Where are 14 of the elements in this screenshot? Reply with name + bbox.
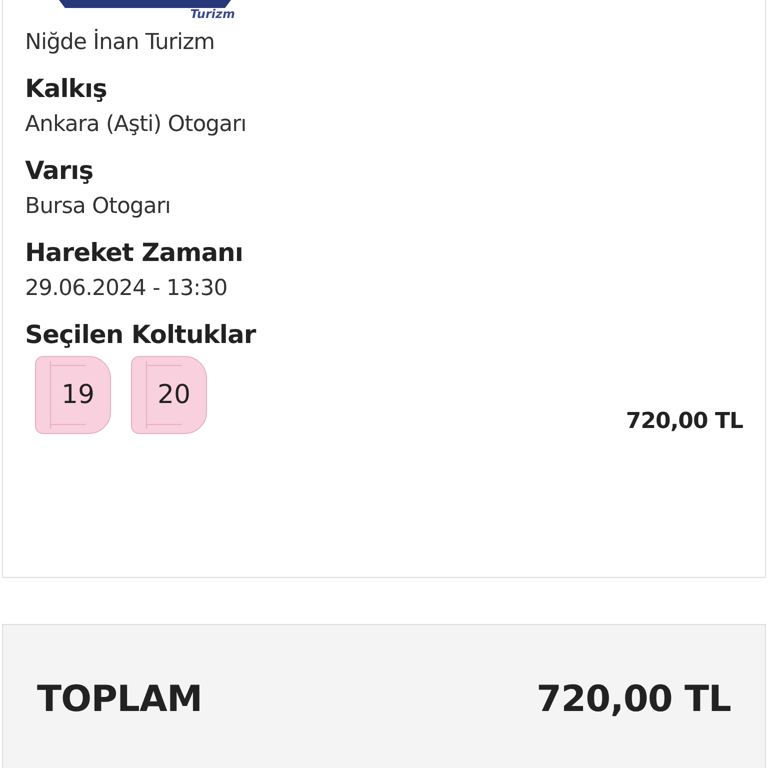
field-label: Hareket Zamanı bbox=[25, 238, 244, 268]
total-label: TOPLAM bbox=[37, 678, 202, 720]
field-value: 29.06.2024 - 13:30 bbox=[25, 275, 228, 303]
logo-text: Turizm bbox=[190, 8, 235, 20]
field-value: Bursa Otogarı bbox=[25, 193, 172, 221]
seats-label: Seçilen Koltuklar bbox=[25, 320, 258, 350]
field-value: Ankara (Aşti) Otogarı bbox=[25, 111, 248, 139]
field-label: Kalkış bbox=[25, 74, 108, 104]
field-label: Varış bbox=[25, 156, 94, 186]
price: 720,00 TL bbox=[626, 409, 743, 434]
seat: 20 bbox=[131, 356, 207, 434]
total-amount: 720,00 TL bbox=[536, 678, 731, 720]
seat: 19 bbox=[35, 356, 111, 434]
company-name: Niğde İnan Turizm bbox=[25, 28, 216, 57]
